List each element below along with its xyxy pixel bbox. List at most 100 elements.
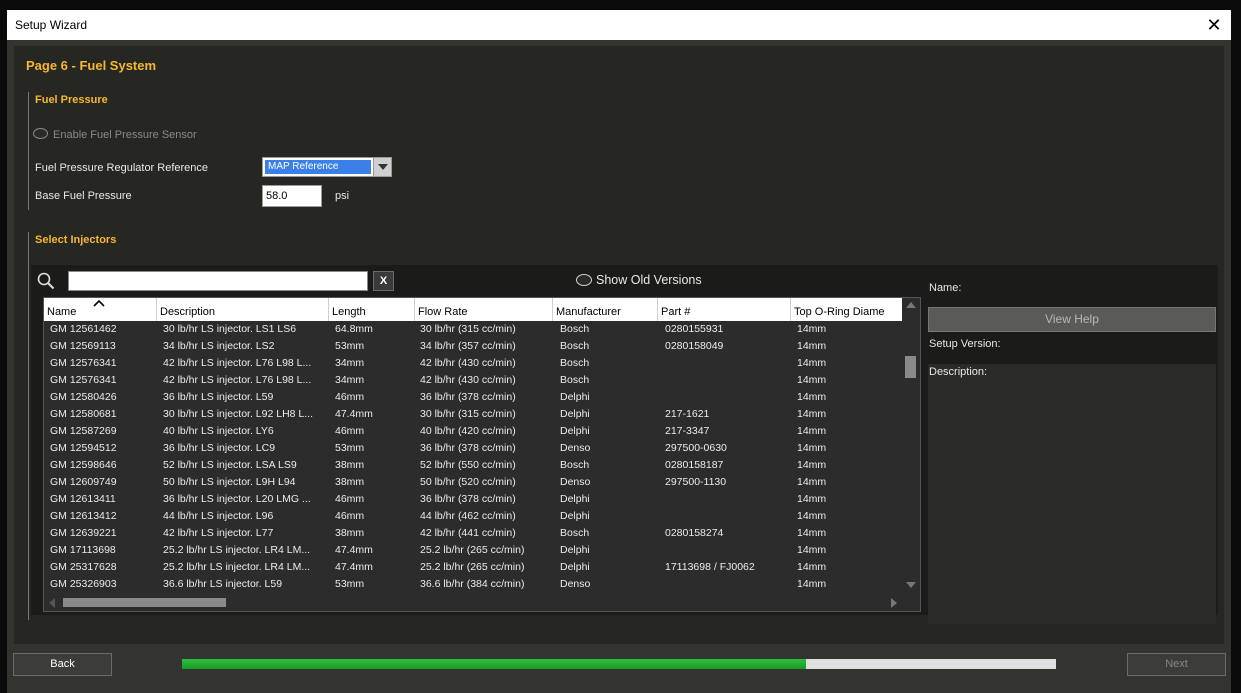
cell-top-oring: 14mm — [797, 510, 827, 522]
regulator-reference-value: MAP Reference — [265, 160, 371, 174]
view-help-button[interactable]: View Help — [928, 307, 1216, 332]
vertical-scrollbar[interactable] — [902, 298, 920, 594]
cell-part-number: 217-3347 — [665, 425, 710, 437]
cell-description: 40 lb/hr LS injector. LY6 — [163, 425, 274, 437]
cell-top-oring: 14mm — [797, 578, 827, 590]
cell-name: GM 12639221 — [50, 527, 117, 539]
table-row[interactable]: GM 12561462 30 lb/hr LS injector. LS1 LS6… — [44, 321, 902, 338]
table-row[interactable]: GM 12594512 36 lb/hr LS injector. LC9 53mm… — [44, 440, 902, 457]
table-row[interactable]: GM 25326903 36.6 lb/hr LS injector. L59 53… — [44, 576, 902, 593]
injector-details-panel: Name: View Help Setup Version: Descripti… — [924, 282, 1216, 624]
table-row[interactable]: GM 12639221 42 lb/hr LS injector. L77 38mm… — [44, 525, 902, 542]
cell-flow-rate: 42 lb/hr (441 cc/min) — [420, 527, 516, 539]
cell-name: GM 12613412 — [50, 510, 117, 522]
cell-flow-rate: 30 lb/hr (315 cc/min) — [420, 408, 516, 420]
column-header-manufacturer[interactable]: Manufacturer — [553, 298, 658, 321]
cell-length: 46mm — [335, 425, 365, 437]
cell-part-number — [665, 576, 791, 593]
cell-top-oring: 14mm — [797, 374, 827, 386]
cell-flow-rate: 25.2 lb/hr (265 cc/min) — [420, 561, 525, 573]
cell-manufacturer: Denso — [560, 442, 591, 454]
cell-length: 34mm — [335, 357, 365, 369]
cell-name: GM 25317628 — [50, 561, 117, 573]
enable-fuel-pressure-sensor-radio[interactable] — [33, 128, 48, 139]
cell-description: 25.2 lb/hr LS injector. LR4 LM... — [163, 544, 311, 556]
table-row[interactable]: GM 12580426 36 lb/hr LS injector. L59 46mm… — [44, 389, 902, 406]
cell-length: 38mm — [335, 459, 365, 471]
table-row[interactable]: GM 12576341 42 lb/hr LS injector. L76 L98… — [44, 355, 902, 372]
injector-table: Name Description Length Flow Rate Manufa… — [43, 297, 921, 612]
cell-length: 38mm — [335, 476, 365, 488]
cell-part-number — [665, 389, 791, 406]
cell-name: GM 12580426 — [50, 391, 117, 403]
cell-flow-rate: 34 lb/hr (357 cc/min) — [420, 340, 516, 352]
scroll-right-icon[interactable] — [891, 598, 897, 608]
injector-search-input[interactable] — [68, 271, 368, 291]
table-row[interactable]: GM 12598646 52 lb/hr LS injector. LSA LS9… — [44, 457, 902, 474]
cell-length: 47.4mm — [335, 544, 373, 556]
scroll-down-icon[interactable] — [906, 582, 916, 588]
cell-part-number — [665, 508, 791, 525]
cell-manufacturer: Bosch — [560, 340, 590, 352]
chevron-down-icon[interactable] — [373, 158, 391, 176]
cell-flow-rate: 36.6 lb/hr (384 cc/min) — [420, 578, 525, 590]
vertical-scroll-thumb[interactable] — [905, 356, 916, 378]
back-button[interactable]: Back — [13, 653, 112, 676]
cell-flow-rate: 52 lb/hr (550 cc/min) — [420, 459, 516, 471]
column-header-description[interactable]: Description — [157, 298, 329, 321]
cell-name: GM 12598646 — [50, 459, 117, 471]
table-row[interactable]: GM 25317628 25.2 lb/hr LS injector. LR4 L… — [44, 559, 902, 576]
sort-ascending-icon — [93, 299, 105, 307]
cell-name: GM 12576341 — [50, 357, 117, 369]
regulator-reference-select[interactable]: MAP Reference — [262, 157, 392, 177]
cell-manufacturer: Bosch — [560, 374, 590, 386]
cell-top-oring: 14mm — [797, 442, 827, 454]
table-row[interactable]: GM 12576341 42 lb/hr LS injector. L76 L98… — [44, 372, 902, 389]
table-row[interactable]: GM 12587269 40 lb/hr LS injector. LY6 46mm… — [44, 423, 902, 440]
cell-part-number: 217-1621 — [665, 408, 710, 420]
column-header-length[interactable]: Length — [329, 298, 415, 321]
table-row[interactable]: GM 12609749 50 lb/hr LS injector. L9H L94… — [44, 474, 902, 491]
column-header-part-number[interactable]: Part # — [658, 298, 791, 321]
wizard-progress-bar — [182, 659, 1056, 669]
cell-manufacturer: Delphi — [560, 425, 590, 437]
cell-manufacturer: Delphi — [560, 561, 590, 573]
cell-manufacturer: Delphi — [560, 493, 590, 505]
cell-length: 53mm — [335, 442, 365, 454]
show-old-versions-radio[interactable] — [576, 274, 592, 286]
scroll-left-icon[interactable] — [49, 598, 55, 608]
cell-length: 34mm — [335, 374, 365, 386]
column-header-top-oring[interactable]: Top O-Ring Diame — [791, 298, 902, 321]
cell-description: 42 lb/hr LS injector. L77 — [163, 527, 274, 539]
show-old-versions-label: Show Old Versions — [596, 273, 702, 287]
cell-part-number: 0280158187 — [665, 459, 724, 471]
clear-search-button[interactable]: X — [373, 271, 394, 291]
cell-description: 30 lb/hr LS injector. L92 LH8 L... — [163, 408, 314, 420]
horizontal-scrollbar[interactable] — [44, 594, 902, 611]
cell-name: GM 12609749 — [50, 476, 117, 488]
next-button[interactable]: Next — [1127, 653, 1226, 676]
cell-length: 46mm — [335, 510, 365, 522]
cell-manufacturer: Denso — [560, 578, 591, 590]
horizontal-scroll-thumb[interactable] — [63, 598, 226, 607]
cell-flow-rate: 25.2 lb/hr (265 cc/min) — [420, 544, 525, 556]
table-row[interactable]: GM 12580681 30 lb/hr LS injector. L92 LH8… — [44, 406, 902, 423]
scroll-up-icon[interactable] — [906, 302, 916, 308]
column-header-flow-rate[interactable]: Flow Rate — [415, 298, 553, 321]
cell-name: GM 12613411 — [50, 493, 116, 505]
table-row[interactable]: GM 12613412 44 lb/hr LS injector. L96 46mm… — [44, 508, 902, 525]
cell-top-oring: 14mm — [797, 544, 827, 556]
cell-manufacturer: Bosch — [560, 357, 590, 369]
close-icon[interactable]: ✕ — [1203, 14, 1225, 36]
cell-length: 47.4mm — [335, 408, 373, 420]
cell-flow-rate: 30 lb/hr (315 cc/min) — [420, 323, 516, 335]
cell-manufacturer: Bosch — [560, 459, 590, 471]
table-row[interactable]: GM 17113698 25.2 lb/hr LS injector. LR4 L… — [44, 542, 902, 559]
table-row[interactable]: GM 12569113 34 lb/hr LS injector. LS2 53mm… — [44, 338, 902, 355]
table-row[interactable]: GM 12613411 36 lb/hr LS injector. L20 LMG… — [44, 491, 902, 508]
cell-top-oring: 14mm — [797, 425, 827, 437]
cell-manufacturer: Delphi — [560, 408, 590, 420]
base-fuel-pressure-input[interactable]: 58.0 — [262, 185, 322, 207]
regulator-reference-label: Fuel Pressure Regulator Reference — [35, 162, 209, 174]
cell-flow-rate: 50 lb/hr (520 cc/min) — [420, 476, 516, 488]
